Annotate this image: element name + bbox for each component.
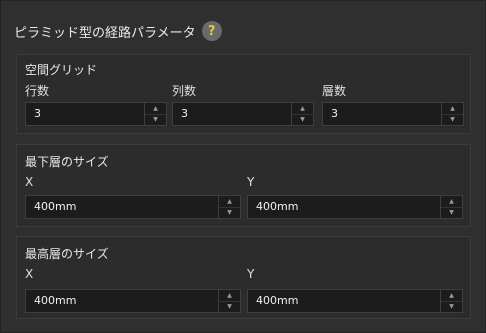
spin-down-icon[interactable]: ▼ (442, 114, 463, 125)
top-x-spinbox[interactable]: 400mm ▲ ▼ (25, 289, 241, 313)
spin-down-icon[interactable]: ▼ (219, 207, 240, 218)
bottom-layer-size-group: 最下層のサイズ X 400mm ▲ ▼ Y 400mm ▲ ▼ (16, 144, 471, 227)
top-x-value[interactable]: 400mm (34, 294, 76, 307)
columns-spinbox[interactable]: 3 ▲ ▼ (172, 102, 314, 126)
rows-spinbox[interactable]: 3 ▲ ▼ (25, 102, 167, 126)
rows-label: 行数 (25, 84, 50, 98)
panel-title: ピラミッド型の経路パラメータ (14, 25, 196, 41)
group-title: 空間グリッド (25, 63, 98, 77)
group-title: 最下層のサイズ (25, 155, 109, 169)
spin-down-icon[interactable]: ▼ (441, 301, 462, 312)
layers-label: 層数 (322, 84, 347, 98)
bottom-y-value[interactable]: 400mm (256, 200, 298, 213)
x-label: X (25, 267, 34, 281)
spin-down-icon[interactable]: ▼ (219, 301, 240, 312)
top-layer-size-group: 最高層のサイズ X 400mm ▲ ▼ Y 400mm ▲ ▼ (16, 236, 471, 319)
bottom-y-spinbox[interactable]: 400mm ▲ ▼ (247, 195, 463, 219)
spatial-grid-group: 空間グリッド 行数 3 ▲ ▼ 列数 3 ▲ ▼ 層数 3 ▲ ▼ (16, 54, 471, 134)
columns-label: 列数 (172, 84, 197, 98)
group-title: 最高層のサイズ (25, 247, 109, 261)
pyramid-path-params-panel: ピラミッド型の経路パラメータ ? 空間グリッド 行数 3 ▲ ▼ 列数 3 ▲ … (0, 0, 486, 333)
spin-down-icon[interactable]: ▼ (292, 114, 313, 125)
columns-value[interactable]: 3 (181, 107, 188, 120)
top-y-spinbox[interactable]: 400mm ▲ ▼ (247, 289, 463, 313)
layers-value[interactable]: 3 (331, 107, 338, 120)
layers-spinbox[interactable]: 3 ▲ ▼ (322, 102, 464, 126)
spin-down-icon[interactable]: ▼ (145, 114, 166, 125)
y-label: Y (247, 175, 255, 189)
panel-header: ピラミッド型の経路パラメータ ? (14, 21, 222, 41)
y-label: Y (247, 267, 255, 281)
rows-value[interactable]: 3 (34, 107, 41, 120)
bottom-x-value[interactable]: 400mm (34, 200, 76, 213)
help-icon[interactable]: ? (201, 21, 222, 41)
x-label: X (25, 175, 34, 189)
bottom-x-spinbox[interactable]: 400mm ▲ ▼ (25, 195, 241, 219)
spin-down-icon[interactable]: ▼ (441, 207, 462, 218)
top-y-value[interactable]: 400mm (256, 294, 298, 307)
